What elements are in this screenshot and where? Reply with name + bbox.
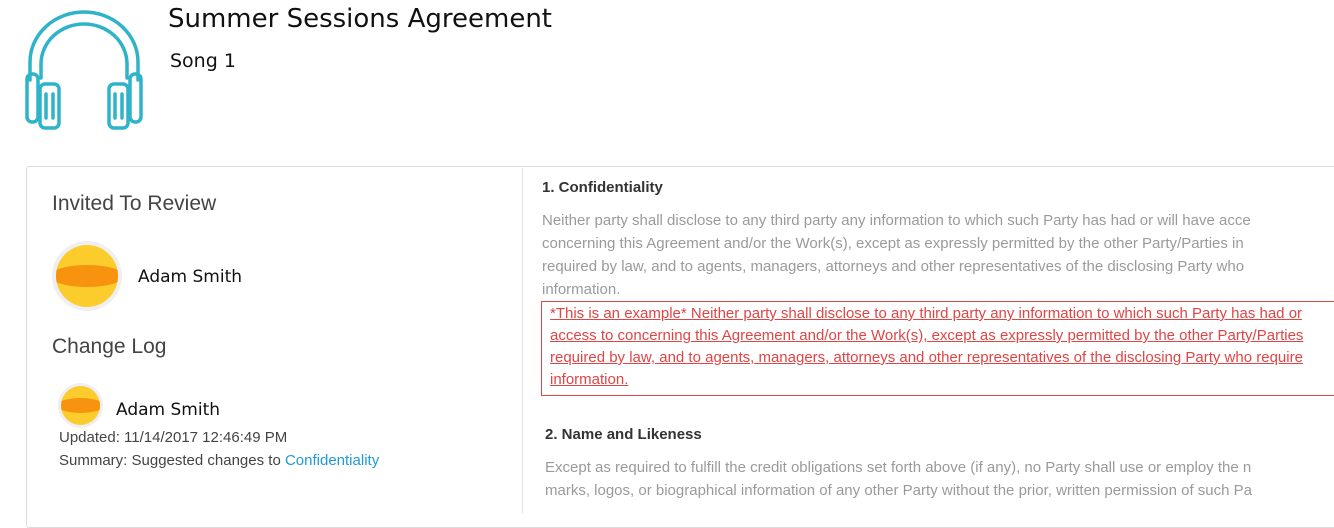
log-summary: Summary: Suggested changes to Confidenti… [59,452,379,469]
clause-text: Except as required to fulfill the credit… [545,456,1334,502]
log-avatar [58,383,103,428]
clause-title: 2. Name and Likeness [545,426,702,443]
confidentiality-link[interactable]: Confidentiality [285,452,379,469]
invited-heading: Invited To Review [52,192,217,215]
suggestion-text[interactable]: *This is an example* Neither party shall… [550,303,1303,391]
headphones-icon [22,8,146,132]
clause-line: concerning this Agreement and/or the Wor… [542,235,1244,252]
page-subtitle: Song 1 [170,50,236,72]
log-updated: Updated: 11/14/2017 12:46:49 PM [59,429,288,446]
suggestion-line: required by law, and to agents, managers… [550,349,1303,366]
suggestion-line: access to concerning this Agreement and/… [550,327,1304,344]
clause-line: required by law, and to agents, managers… [542,258,1245,275]
log-summary-prefix: Summary: Suggested changes to [59,452,285,469]
clause-line: information. [542,281,621,298]
clause-line: marks, logos, or biographical informatio… [545,482,1252,499]
log-author-name: Adam Smith [116,400,221,420]
clause-title: 1. Confidentiality [542,179,663,196]
clause-line: Neither party shall disclose to any thir… [542,212,1251,229]
suggestion-line: *This is an example* Neither party shall… [550,305,1303,322]
clause-text: Neither party shall disclose to any thir… [542,209,1334,301]
page-title: Summer Sessions Agreement [168,4,552,34]
reviewer-name[interactable]: Adam Smith [138,267,242,287]
suggestion-line: information. [550,371,629,388]
changelog-heading: Change Log [52,335,167,358]
reviewer-avatar[interactable] [52,241,122,311]
panel-divider [522,168,523,513]
clause-line: Except as required to fulfill the credit… [545,459,1252,476]
